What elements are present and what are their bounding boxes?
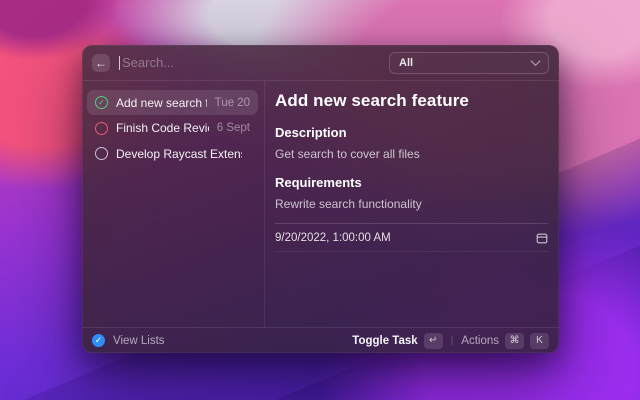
task-list: ✓ Add new search feature Tue 20 Finish C…: [82, 81, 265, 327]
back-button[interactable]: ←: [92, 54, 110, 72]
task-status-icon[interactable]: [95, 147, 108, 160]
toggle-task-button[interactable]: Toggle Task: [352, 335, 417, 347]
enter-key-badge: ↵: [424, 333, 443, 349]
filter-dropdown[interactable]: All: [389, 52, 549, 74]
task-row[interactable]: Finish Code Reviews 6 Sept: [87, 116, 258, 141]
search-input[interactable]: [122, 55, 389, 70]
due-date-value: 9/20/2022, 1:00:00 AM: [275, 232, 391, 244]
main-content: ✓ Add new search feature Tue 20 Finish C…: [82, 81, 559, 327]
task-label: Develop Raycast Extension: [116, 147, 242, 161]
task-row[interactable]: ✓ Add new search feature Tue 20: [87, 90, 258, 115]
calendar-icon[interactable]: [536, 232, 548, 244]
task-row[interactable]: Develop Raycast Extension: [87, 141, 258, 166]
task-label: Add new search feature: [116, 96, 207, 110]
task-date: Tue 20: [215, 97, 250, 109]
check-icon: ✓: [95, 336, 103, 345]
back-arrow-icon: ←: [95, 57, 107, 69]
top-search-bar: ← All: [82, 45, 559, 81]
section-body-description: Get search to cover all files: [275, 147, 548, 161]
due-date-row[interactable]: 9/20/2022, 1:00:00 AM: [275, 223, 548, 252]
chevron-down-icon: [531, 56, 541, 66]
k-key-badge: K: [530, 333, 549, 349]
task-date: 6 Sept: [217, 122, 250, 134]
raycast-tasks-window: ← All ✓ Add new search feature Tue 20 Fi…: [82, 45, 559, 353]
filter-dropdown-value: All: [399, 57, 413, 69]
view-lists-label[interactable]: View Lists: [113, 335, 165, 347]
section-body-requirements: Rewrite search functionality: [275, 197, 548, 211]
actions-button[interactable]: Actions: [461, 335, 499, 347]
text-cursor: [119, 56, 120, 70]
task-detail-panel: Add new search feature Description Get s…: [265, 81, 559, 327]
task-detail-title: Add new search feature: [275, 91, 548, 111]
task-label: Finish Code Reviews: [116, 121, 209, 135]
task-status-icon[interactable]: ✓: [95, 96, 108, 109]
statusbar-separator: |: [451, 335, 454, 346]
section-heading-description: Description: [275, 125, 548, 140]
task-status-icon[interactable]: [95, 122, 108, 135]
todo-app-icon: ✓: [92, 334, 105, 347]
status-bar: ✓ View Lists Toggle Task ↵ | Actions ⌘ K: [82, 327, 559, 353]
statusbar-actions: Toggle Task ↵ | Actions ⌘ K: [352, 333, 549, 349]
section-heading-requirements: Requirements: [275, 175, 548, 190]
cmd-key-badge: ⌘: [505, 333, 524, 349]
